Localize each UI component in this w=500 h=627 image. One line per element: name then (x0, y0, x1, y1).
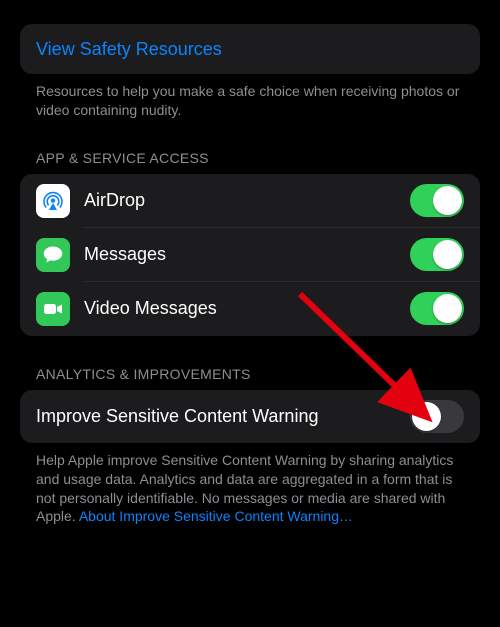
improve-scw-label: Improve Sensitive Content Warning (36, 406, 410, 427)
video-messages-icon (36, 292, 70, 326)
video-messages-row[interactable]: Video Messages (20, 282, 480, 336)
view-safety-resources-label: View Safety Resources (36, 39, 222, 60)
about-improve-scw-link[interactable]: About Improve Sensitive Content Warning… (79, 508, 353, 524)
video-messages-toggle[interactable] (410, 292, 464, 325)
improve-scw-toggle[interactable] (410, 400, 464, 433)
analytics-footer: Help Apple improve Sensitive Content War… (20, 443, 480, 527)
safety-resources-footer: Resources to help you make a safe choice… (20, 74, 480, 120)
improve-scw-row[interactable]: Improve Sensitive Content Warning (20, 390, 480, 443)
airdrop-icon (36, 184, 70, 218)
messages-row[interactable]: Messages (20, 228, 480, 282)
view-safety-resources-row[interactable]: View Safety Resources (20, 24, 480, 74)
messages-icon (36, 238, 70, 272)
app-access-header: APP & SERVICE ACCESS (20, 120, 480, 174)
video-messages-label: Video Messages (84, 298, 410, 319)
analytics-header: ANALYTICS & IMPROVEMENTS (20, 336, 480, 390)
airdrop-label: AirDrop (84, 190, 410, 211)
app-access-group: AirDrop Messages Video Messages (20, 174, 480, 336)
messages-toggle[interactable] (410, 238, 464, 271)
safety-resources-group: View Safety Resources (20, 24, 480, 74)
airdrop-row[interactable]: AirDrop (20, 174, 480, 228)
airdrop-toggle[interactable] (410, 184, 464, 217)
analytics-group: Improve Sensitive Content Warning (20, 390, 480, 443)
messages-label: Messages (84, 244, 410, 265)
